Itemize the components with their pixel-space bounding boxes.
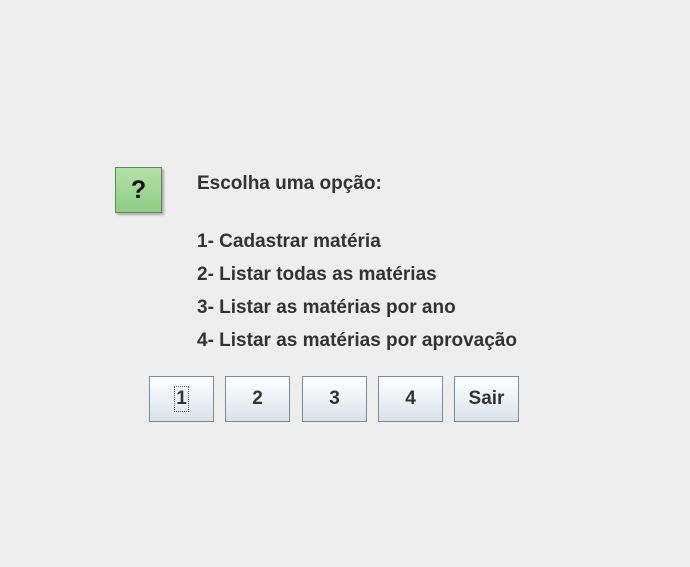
option-1-button[interactable]: 1 — [149, 376, 214, 422]
option-line-3: 3- Listar as matérias por ano — [197, 297, 456, 318]
button-row: 1 2 3 4 Sair — [149, 376, 519, 422]
option-2-button-label: 2 — [252, 388, 263, 409]
exit-button[interactable]: Sair — [454, 376, 519, 422]
option-3-button[interactable]: 3 — [302, 376, 367, 422]
option-dialog: ? Escolha uma opção: 1- Cadastrar matéri… — [0, 0, 690, 567]
option-line-4: 4- Listar as matérias por aprovação — [197, 330, 517, 351]
message-panel: Escolha uma opção: 1- Cadastrar matéria … — [197, 170, 627, 362]
option-line-2: 2- Listar todas as matérias — [197, 264, 437, 285]
option-2-button[interactable]: 2 — [225, 376, 290, 422]
option-3-button-label: 3 — [329, 388, 340, 409]
question-icon: ? — [115, 167, 162, 213]
option-4-button-label: 4 — [405, 388, 416, 409]
option-line-1: 1- Cadastrar matéria — [197, 231, 381, 252]
option-4-button[interactable]: 4 — [378, 376, 443, 422]
exit-button-label: Sair — [468, 388, 505, 409]
question-mark-glyph: ? — [130, 175, 147, 204]
option-1-button-label: 1 — [174, 386, 189, 412]
prompt-text: Escolha uma opção: — [197, 173, 382, 194]
